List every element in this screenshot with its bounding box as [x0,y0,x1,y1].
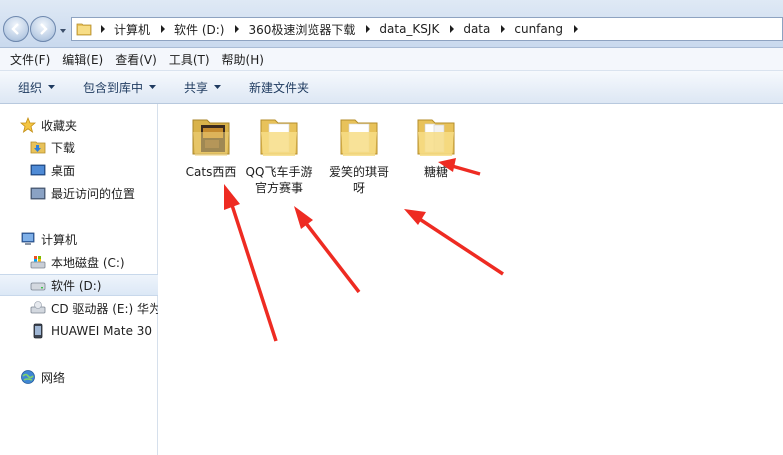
nav-favorites[interactable]: 收藏夹 [0,114,158,136]
menu-view[interactable]: 查看(V) [109,51,163,68]
hard-drive-icon [30,282,46,291]
breadcrumb-separator[interactable] [361,17,375,41]
nav-favorites-label: 收藏夹 [41,118,78,133]
desktop-icon [30,164,46,176]
nav-drive-d-label: 软件 (D:) [51,278,102,293]
downloads-folder-icon [30,141,46,154]
nav-downloads-label: 下载 [51,140,76,155]
address-bar[interactable]: 计算机 软件 (D:) 360极速浏览器下载 data_KSJK data cu… [71,17,783,41]
back-arrow-icon [11,23,19,35]
computer-icon [21,232,35,245]
windows-drive-icon [30,256,46,269]
menu-tools[interactable]: 工具(T) [163,51,216,68]
breadcrumb-computer[interactable]: 计算机 [110,21,156,38]
nav-desktop[interactable]: 桌面 [0,159,158,181]
nav-phone-label: HUAWEI Mate 30 [51,324,153,338]
breadcrumb-separator[interactable] [156,17,170,41]
nav-drive-c[interactable]: 本地磁盘 (C:) [0,251,158,273]
folder-name: QQ飞车手游官方赛事 [245,165,313,195]
recent-pages-dropdown-icon[interactable] [58,26,68,36]
folder-icon [260,119,298,156]
chevron-down-icon [149,85,157,89]
include-in-library-label: 包含到库中 [83,80,144,95]
new-folder-label: 新建文件夹 [249,80,310,95]
address-bar-row: 计算机 软件 (D:) 360极速浏览器下载 data_KSJK data cu… [0,0,783,48]
file-list: Cats西西 QQ飞车手游官方赛事 爱笑的琪哥呀 糖糖 [159,104,783,455]
nav-network-label: 网络 [41,370,66,385]
breadcrumb-separator[interactable] [230,17,244,41]
share-button[interactable]: 共享 [176,79,229,96]
phone-icon [33,323,43,339]
nav-drive-c-label: 本地磁盘 (C:) [51,255,125,270]
nav-computer[interactable]: 计算机 [0,228,158,250]
share-label: 共享 [184,80,209,95]
back-button[interactable] [3,16,29,42]
nav-computer-label: 计算机 [41,232,78,247]
breadcrumb-separator[interactable] [96,17,110,41]
recent-places-icon [30,187,46,200]
folder-icon [417,119,455,156]
folder-item-cats[interactable]: Cats西西 [176,112,246,180]
folder-icon [76,23,92,36]
folder-item-tangtang[interactable]: 糖糖 [401,112,471,180]
command-bar: 组织 包含到库中 共享 新建文件夹 [0,71,783,104]
breadcrumb-data[interactable]: data [459,22,496,36]
folder-icon [192,119,230,156]
breadcrumb-cunfang[interactable]: cunfang [510,22,569,36]
nav-recent-places-label: 最近访问的位置 [51,186,136,201]
forward-arrow-icon [40,23,48,35]
nav-drive-d[interactable]: 软件 (D:) [0,274,158,296]
cd-drive-icon [30,301,46,314]
menu-file[interactable]: 文件(F) [4,51,56,68]
chevron-down-icon [214,85,222,89]
network-icon [21,370,35,384]
folder-name: 爱笑的琪哥呀 [328,165,389,195]
menu-edit[interactable]: 编辑(E) [56,51,109,68]
folder-item-qq-speed[interactable]: QQ飞车手游官方赛事 [244,112,314,196]
folder-item-aixiao[interactable]: 爱笑的琪哥呀 [324,112,394,196]
new-folder-button[interactable]: 新建文件夹 [241,79,317,96]
breadcrumb-downloads[interactable]: 360极速浏览器下载 [244,21,361,38]
nav-downloads[interactable]: 下载 [0,136,158,158]
breadcrumb-data-ksjk[interactable]: data_KSJK [375,22,445,36]
forward-button[interactable] [30,16,56,42]
star-icon [20,117,36,133]
breadcrumb-separator[interactable] [445,17,459,41]
menu-bar: 文件(F) 编辑(E) 查看(V) 工具(T) 帮助(H) [0,48,783,71]
menu-help[interactable]: 帮助(H) [216,51,270,68]
organize-button[interactable]: 组织 [10,79,63,96]
nav-desktop-label: 桌面 [51,163,76,178]
folder-name: 糖糖 [423,165,448,179]
navigation-pane: 收藏夹 下载 桌面 最近访问的位置 计算机 本地磁盘 (C:) 软件 (D:) … [0,104,158,455]
breadcrumb-drive-d[interactable]: 软件 (D:) [170,21,230,38]
nav-drive-e-label: CD 驱动器 (E:) 华为 [51,301,158,316]
nav-drive-e[interactable]: CD 驱动器 (E:) 华为 [0,297,158,319]
chevron-down-icon [48,85,56,89]
breadcrumb-separator[interactable] [569,17,583,41]
organize-label: 组织 [18,80,43,95]
folder-icon [340,119,378,156]
folder-name: Cats西西 [185,165,237,179]
include-in-library-button[interactable]: 包含到库中 [75,79,164,96]
nav-phone[interactable]: HUAWEI Mate 30 [0,320,158,342]
nav-recent-places[interactable]: 最近访问的位置 [0,182,158,204]
nav-network[interactable]: 网络 [0,366,158,388]
breadcrumb-separator[interactable] [496,17,510,41]
